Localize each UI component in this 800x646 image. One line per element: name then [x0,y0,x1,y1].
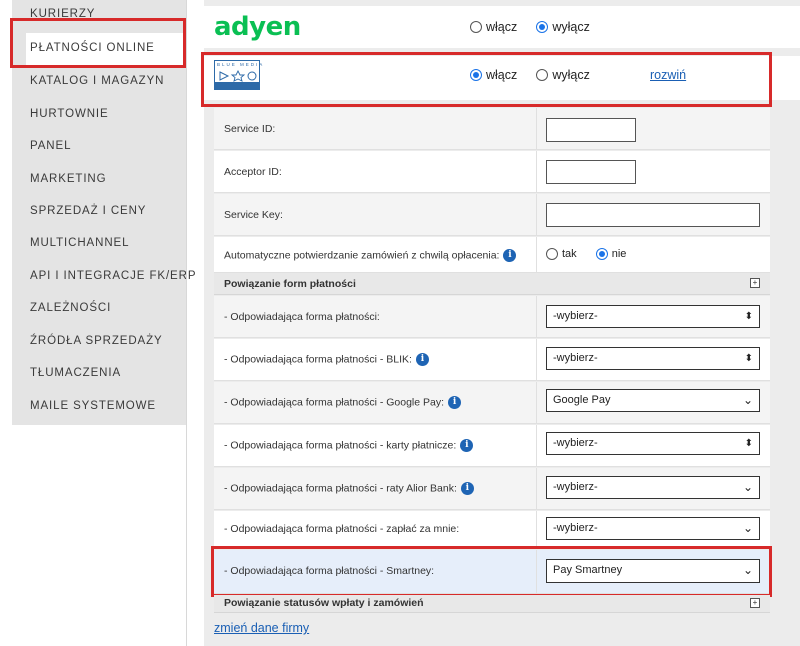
acceptor-id-label: Acceptor ID: [224,166,282,178]
adyen-logo: adyen [214,12,301,42]
sort-arrows-icon: ⬍ [744,438,753,449]
auto-confirm-yes-label: tak [562,248,577,261]
expand-toggle-icon[interactable]: + [750,598,760,608]
adyen-off-label: wyłącz [552,20,590,34]
chevron-down-icon: ⌄ [742,521,753,535]
sidebar-item-dependencies[interactable]: ZALEŻNOŚCI [30,302,111,314]
select-value: -wybierz- [553,310,598,322]
payment-mapping-select-cards[interactable]: -wybierz- ⬍ [546,432,760,455]
payment-mapping-select[interactable]: -wybierz- ⬍ [546,305,760,328]
highlight-online-payments [10,18,186,68]
sidebar-item-marketing[interactable]: MARKETING [30,173,106,185]
column-divider [536,468,537,509]
auto-confirm-yes-radio[interactable] [546,248,558,261]
payment-mapping-row-cards: - Odpowiadająca forma płatności - karty … [214,425,770,467]
payment-forms-section-header[interactable]: Powiązanie form płatności + [214,273,770,295]
adyen-on-radio[interactable] [470,21,482,33]
payment-mapping-label: - Odpowiadająca forma płatności - zapłać… [224,523,460,535]
service-id-label: Service ID: [224,123,276,135]
highlight-bluemedia [201,52,772,107]
adyen-toggle: włącz wyłącz [470,20,606,34]
column-divider [536,194,537,235]
info-icon[interactable]: i [415,353,429,366]
auto-confirm-no-label: nie [611,248,627,261]
sidebar-divider [186,0,187,646]
payment-mapping-label: - Odpowiadająca forma płatności: [224,311,380,323]
auto-confirm-no-radio[interactable] [595,248,608,261]
change-company-data-link[interactable]: zmień dane firmy [214,621,309,635]
payment-mapping-row-googlepay: - Odpowiadająca forma płatności - Google… [214,382,770,424]
payment-mapping-label: - Odpowiadająca forma płatności - karty … [224,439,457,452]
payment-mapping-row-blik: - Odpowiadająca forma płatności - BLIK: i… [214,339,770,381]
expand-toggle-icon[interactable]: + [750,278,760,288]
payment-mapping-row: - Odpowiadająca forma płatności: -wybier… [214,296,770,338]
sidebar-item-api-integrations[interactable]: API I INTEGRACJE FK/ERP [30,270,196,282]
select-value: -wybierz- [553,481,598,493]
auto-confirm-label: Automatyczne potwierdzanie zamówień z ch… [224,249,500,262]
payment-mapping-label-wrap: - Odpowiadająca forma płatności - Google… [224,396,462,409]
payment-mapping-label-wrap: - Odpowiadająca forma płatności - raty A… [224,482,474,495]
payment-mapping-row-paylater: - Odpowiadająca forma płatności - zapłać… [214,511,770,549]
service-id-input[interactable] [546,118,636,142]
column-divider [536,511,537,548]
sidebar-item-sales-sources[interactable]: ŹRÓDŁA SPRZEDAŻY [30,335,163,347]
sort-arrows-icon: ⬍ [744,311,753,322]
column-divider [536,237,537,272]
sidebar-item-wholesalers[interactable]: HURTOWNIE [30,108,109,120]
info-icon[interactable]: i [460,439,474,452]
info-icon[interactable]: i [503,249,517,262]
sidebar-item-catalog-warehouse[interactable]: KATALOG I MAGAZYN [30,75,164,87]
statuses-section-header[interactable]: Powiązanie statusów wpłaty i zamówień + [214,595,770,613]
column-divider [536,151,537,192]
sidebar-item-system-emails[interactable]: MAILE SYSTEMOWE [30,400,156,412]
sidebar-item-panel[interactable]: PANEL [30,140,71,152]
payment-mapping-select-paylater[interactable]: -wybierz- ⌄ [546,517,760,540]
info-icon[interactable]: i [448,396,462,409]
service-key-input[interactable] [546,203,760,227]
auto-confirm-row: Automatyczne potwierdzanie zamówień z ch… [214,237,770,273]
adyen-on-label: włącz [486,20,518,34]
adyen-gateway-row: adyen włącz wyłącz [204,6,800,48]
column-divider [536,339,537,380]
chevron-down-icon: ⌄ [742,480,753,494]
highlight-smartney [211,546,772,597]
sort-arrows-icon: ⬍ [744,353,753,364]
select-value: -wybierz- [553,437,598,449]
column-divider [536,382,537,423]
adyen-off-radio[interactable] [536,21,549,33]
payment-mapping-select-googlepay[interactable]: Google Pay ⌄ [546,389,760,412]
payment-mapping-label: - Odpowiadająca forma płatności - Google… [224,396,445,409]
acceptor-id-input[interactable] [546,160,636,184]
select-value: -wybierz- [553,522,598,534]
auto-confirm-toggle: tak nie [546,248,642,261]
payment-mapping-select-blik[interactable]: -wybierz- ⬍ [546,347,760,370]
payment-mapping-label-wrap: - Odpowiadająca forma płatności - BLIK: i [224,353,429,366]
payment-mapping-label: - Odpowiadająca forma płatności - raty A… [224,482,457,495]
column-divider [536,108,537,149]
service-id-row: Service ID: [214,108,770,150]
select-value: Google Pay [553,394,611,406]
auto-confirm-label-wrap: Automatyczne potwierdzanie zamówień z ch… [224,249,517,262]
payment-forms-section-title: Powiązanie form płatności [224,278,356,290]
payment-mapping-select-alior[interactable]: -wybierz- ⌄ [546,476,760,499]
sidebar-item-sales-prices[interactable]: SPRZEDAŻ I CENY [30,205,146,217]
chevron-down-icon: ⌄ [742,393,753,407]
sidebar-item-multichannel[interactable]: MULTICHANNEL [30,237,129,249]
acceptor-id-row: Acceptor ID: [214,151,770,193]
service-key-row: Service Key: [214,194,770,236]
payment-mapping-row-alior: - Odpowiadająca forma płatności - raty A… [214,468,770,510]
payment-mapping-label: - Odpowiadająca forma płatności - BLIK: [224,353,412,366]
column-divider [536,425,537,466]
service-key-label: Service Key: [224,209,283,221]
payment-mapping-label-wrap: - Odpowiadająca forma płatności - karty … [224,439,474,452]
select-value: -wybierz- [553,352,598,364]
sidebar-item-translations[interactable]: TŁUMACZENIA [30,367,121,379]
statuses-section-title: Powiązanie statusów wpłaty i zamówień [224,597,424,609]
column-divider [536,296,537,337]
info-icon[interactable]: i [460,482,474,495]
